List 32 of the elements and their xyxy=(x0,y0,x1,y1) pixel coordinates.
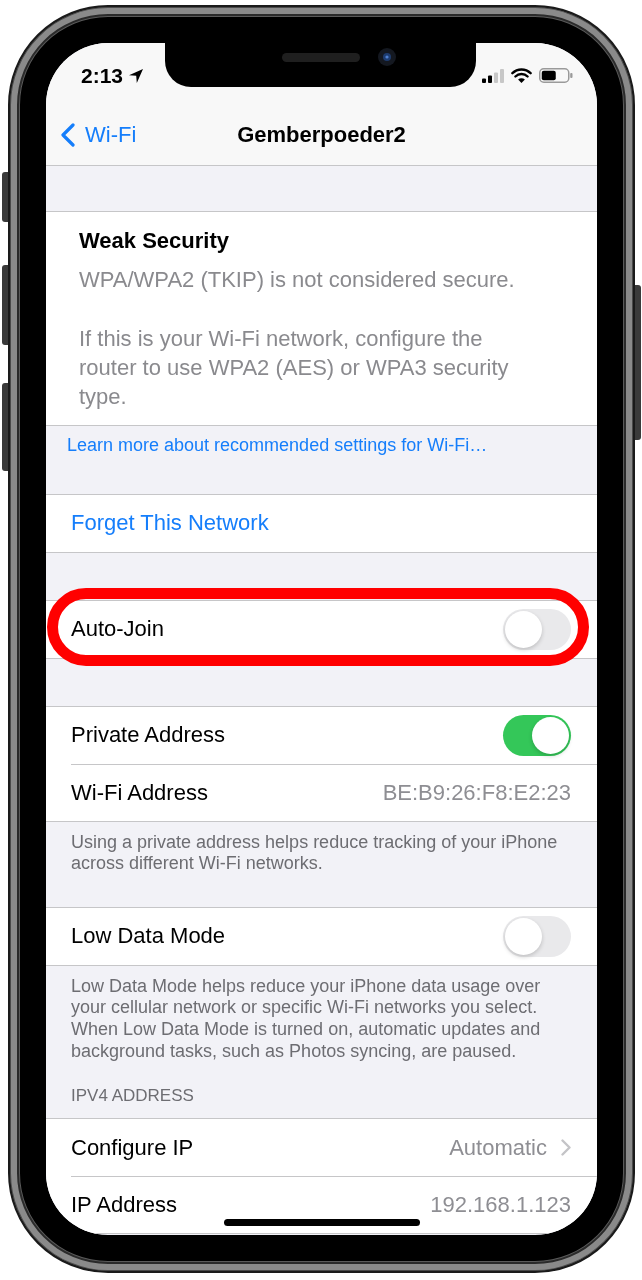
signal-bars-icon xyxy=(482,68,504,83)
row-value: 192.168.1.123 xyxy=(430,1191,571,1220)
camera-lens-icon xyxy=(378,48,396,66)
row-label: Auto-Join xyxy=(71,615,164,644)
speaker-grille-icon xyxy=(282,53,360,62)
back-button[interactable]: Wi-Fi xyxy=(60,120,137,149)
row-label: Low Data Mode xyxy=(71,922,226,951)
toggle-switch[interactable] xyxy=(503,714,571,756)
row-label: Private Address xyxy=(71,721,226,750)
footer-note: Low Data Mode helps reduce your iPhone data usage over your cellular network or specific Wi-Fi networks you select. When Low Data Mode is turned on, automatic updates and background tasks, such as Photos syncing, are paused. xyxy=(71,975,542,1063)
text-button[interactable]: Forget This Network xyxy=(71,509,269,538)
battery-icon xyxy=(539,68,573,83)
chevron-right-icon xyxy=(561,1139,571,1157)
frame-side-key xyxy=(2,172,8,222)
warning-text: WPA/WPA2 (TKIP) is not considered secure. xyxy=(79,266,516,294)
warning-text: If this is your Wi-Fi network, configure the router to use WPA2 (AES) or WPA3 security type. xyxy=(79,325,510,411)
toggle-switch[interactable] xyxy=(503,608,571,650)
location-arrow-icon xyxy=(129,68,144,83)
row-label: Wi-Fi Address xyxy=(71,778,208,807)
status-time: 2:13 xyxy=(81,65,124,86)
section-header: IPV4 ADDRESS xyxy=(71,1086,195,1107)
wifi-icon xyxy=(511,68,532,83)
row-label: IP Address xyxy=(71,1191,177,1220)
row-value: Automatic xyxy=(449,1133,547,1162)
row-value: BE:B9:26:F8:E2:23 xyxy=(382,778,571,807)
nav-title: Gemberpoeder2 xyxy=(237,120,406,149)
toggle-switch[interactable] xyxy=(503,915,571,957)
learn-more-link[interactable]: Learn more about recommended settings for Wi-Fi… xyxy=(67,435,488,457)
chevron-left-icon xyxy=(60,122,75,147)
row-label: Configure IP xyxy=(71,1133,194,1162)
footer-note: Using a private address helps reduce tracking of your iPhone across different Wi-Fi networks. xyxy=(71,831,559,875)
warning-title: Weak Security xyxy=(79,227,230,255)
